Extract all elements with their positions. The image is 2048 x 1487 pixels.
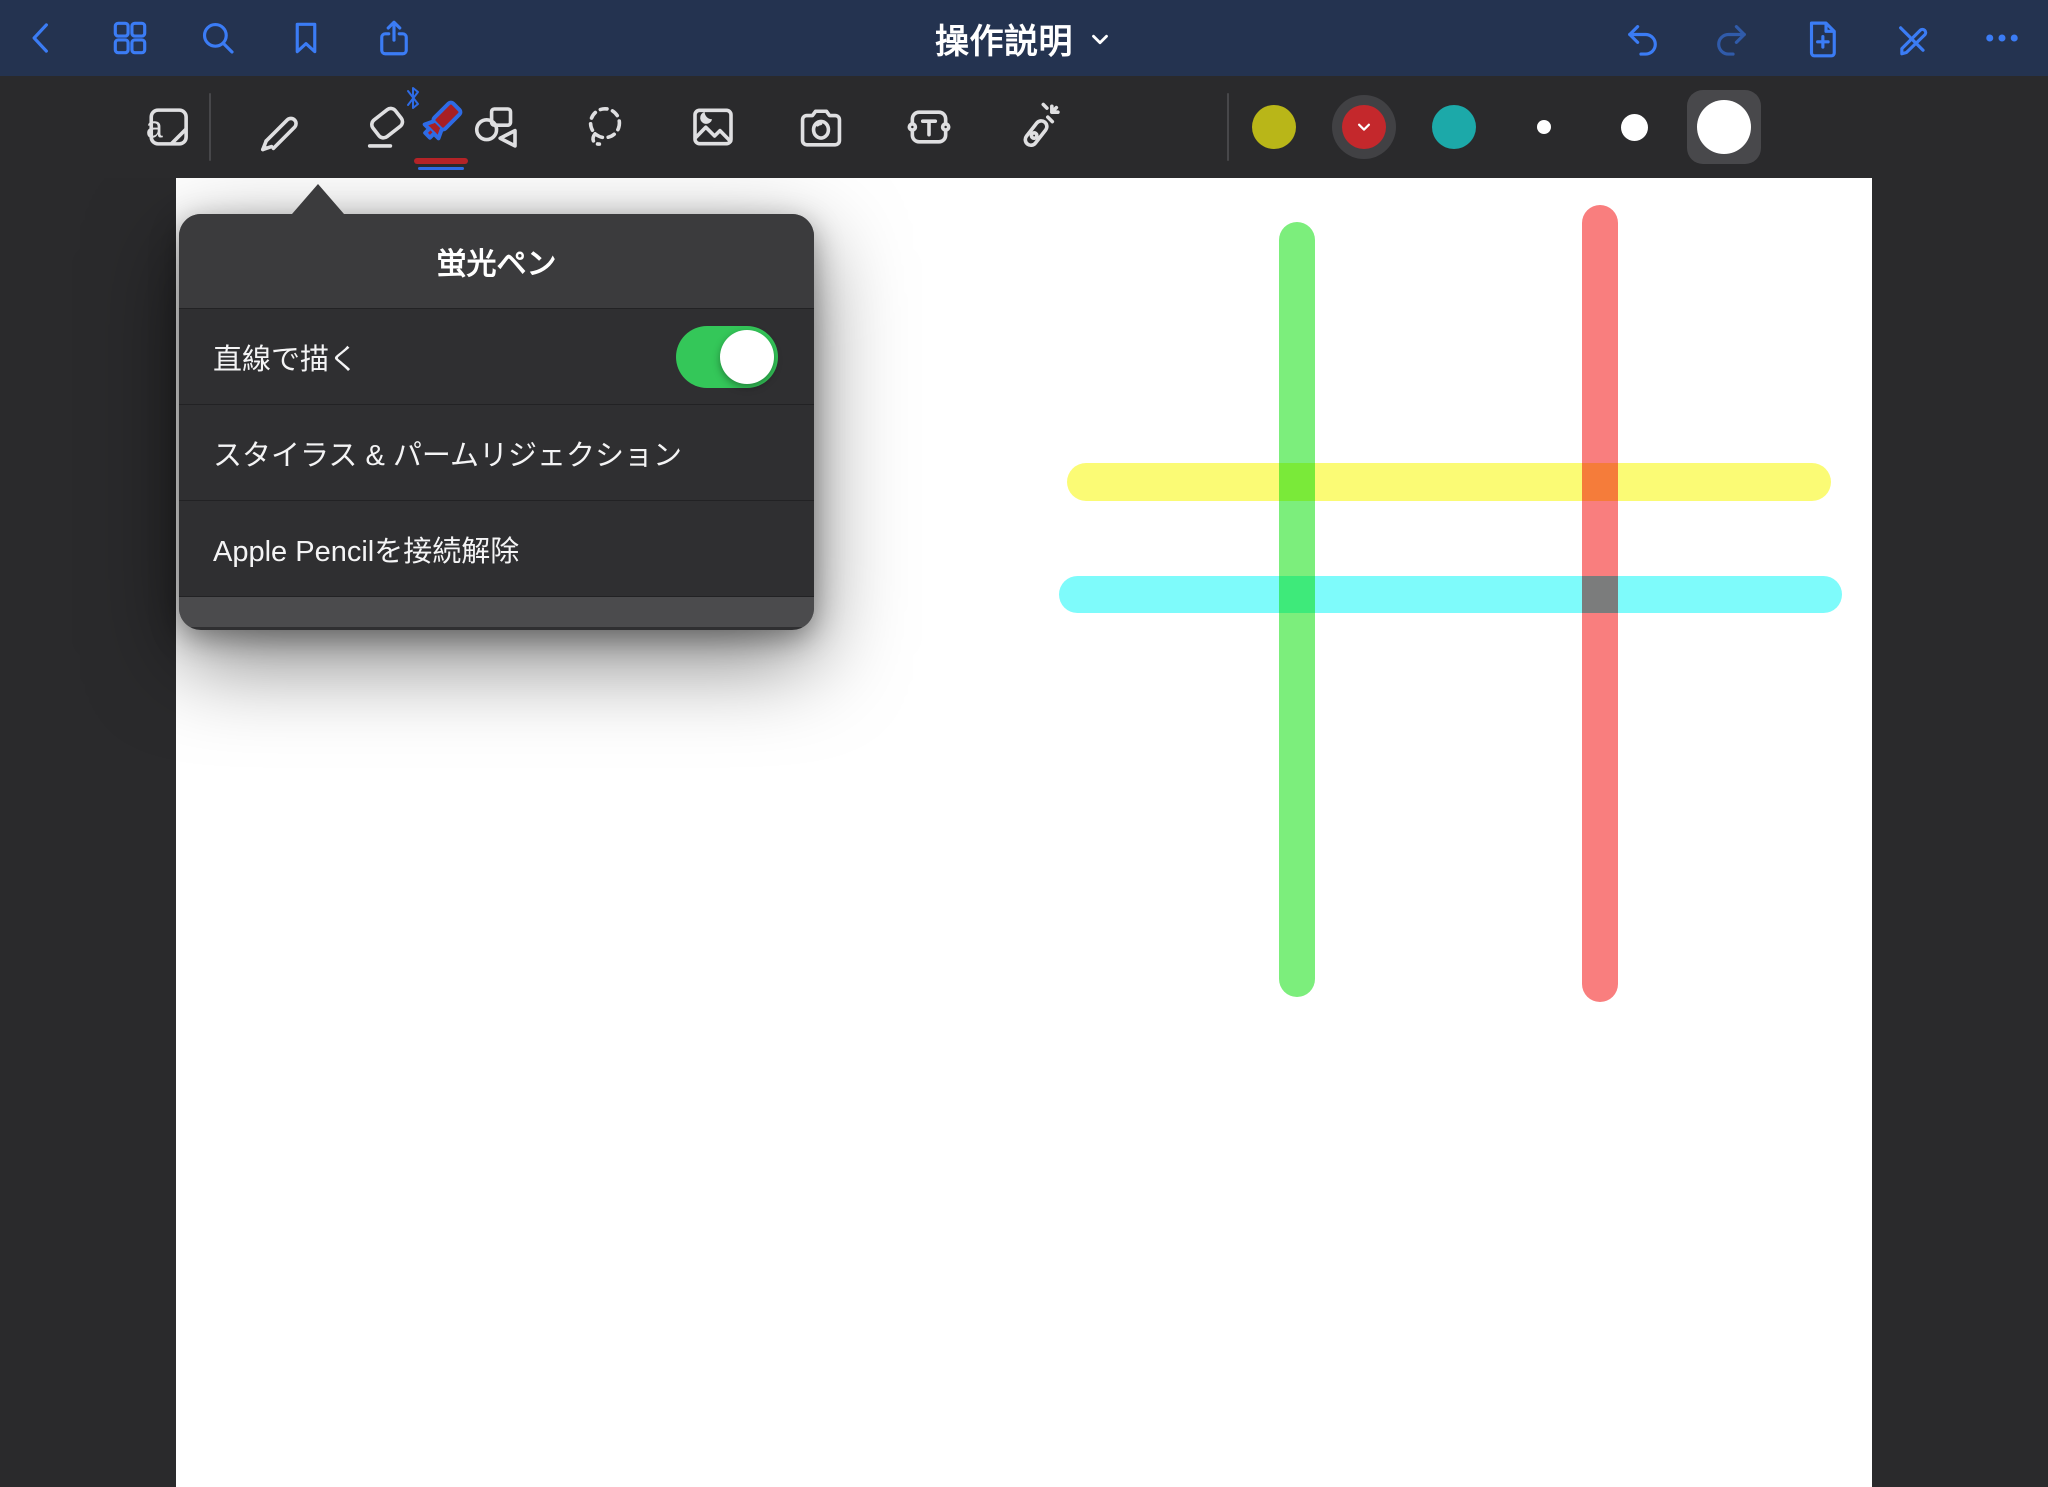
highlighter-selected-underline bbox=[414, 158, 468, 170]
color-swatch-yellow[interactable] bbox=[1229, 76, 1319, 178]
chevron-down-icon bbox=[1358, 123, 1370, 131]
stroke-size-medium[interactable] bbox=[1589, 76, 1679, 178]
draw-straight-line-toggle[interactable] bbox=[676, 325, 778, 388]
goodnotes-app: 操作説明 a 蛍光ペン 直線で描く スタイラス & パームリジェクション App… bbox=[0, 0, 2048, 1487]
ellipsis-icon bbox=[1986, 34, 2018, 42]
search-icon bbox=[202, 22, 234, 54]
popover-title: 蛍光ペン bbox=[179, 214, 814, 309]
pen-icon bbox=[261, 116, 298, 152]
topbar-right-group bbox=[1618, 0, 2026, 76]
stylus-palm-rejection-row[interactable]: スタイラス & パームリジェクション bbox=[179, 405, 814, 501]
camera-icon bbox=[800, 109, 842, 147]
selected-color-ring bbox=[1332, 95, 1396, 159]
disconnect-apple-pencil-row[interactable]: Apple Pencilを接続解除 bbox=[179, 501, 814, 597]
color-swatch-teal[interactable] bbox=[1409, 76, 1499, 178]
redo-icon bbox=[1717, 25, 1746, 56]
lasso-icon bbox=[588, 106, 622, 146]
add-page-button[interactable] bbox=[1798, 14, 1846, 62]
cyan-horizontal-line bbox=[1059, 576, 1842, 613]
lasso-tool[interactable] bbox=[577, 76, 633, 178]
shapes-tool[interactable] bbox=[469, 76, 525, 178]
bluetooth-icon bbox=[403, 82, 423, 114]
canvas-area: 蛍光ペン 直線で描く スタイラス & パームリジェクション Apple Penc… bbox=[0, 178, 2048, 1487]
laser-pointer-tool[interactable] bbox=[1009, 76, 1065, 178]
image-tool[interactable] bbox=[685, 76, 741, 178]
document-title[interactable]: 操作説明 bbox=[935, 0, 1113, 76]
back-button[interactable] bbox=[18, 14, 66, 62]
stroke-size-small[interactable] bbox=[1499, 76, 1589, 178]
page-panel-tool[interactable]: a bbox=[139, 76, 195, 178]
selected-size-background bbox=[1687, 90, 1761, 164]
highlighter-tool[interactable] bbox=[407, 76, 469, 178]
pencil-off-icon bbox=[1899, 26, 1928, 56]
share-button[interactable] bbox=[370, 14, 418, 62]
pen-tool[interactable] bbox=[249, 76, 305, 178]
text-icon bbox=[907, 110, 951, 144]
drawing-toolbar: a bbox=[0, 76, 2048, 178]
exit-edit-mode-button[interactable] bbox=[1888, 14, 1936, 62]
undo-icon bbox=[1628, 25, 1657, 56]
bookmark-button[interactable] bbox=[282, 14, 330, 62]
page-title: 操作説明 bbox=[935, 22, 1073, 61]
stylus-palm-rejection-label: スタイラス & パームリジェクション bbox=[213, 439, 683, 472]
stroke-size-large-selected[interactable] bbox=[1679, 76, 1769, 178]
bookmark-icon bbox=[295, 22, 317, 54]
draw-straight-line-row[interactable]: 直線で描く bbox=[179, 309, 814, 405]
top-navigation-bar: 操作説明 bbox=[0, 0, 2048, 76]
tool-group: a bbox=[139, 76, 1065, 178]
undo-button[interactable] bbox=[1618, 14, 1666, 62]
draw-straight-line-label: 直線で描く bbox=[213, 343, 359, 376]
chevron-left-icon bbox=[32, 23, 48, 53]
swatch-group bbox=[1227, 76, 1769, 178]
image-icon bbox=[693, 108, 733, 146]
disconnect-apple-pencil-label: Apple Pencilを接続解除 bbox=[213, 535, 520, 568]
yellow-horizontal-line bbox=[1067, 463, 1831, 501]
share-icon bbox=[380, 20, 408, 56]
toolbar-divider bbox=[209, 93, 211, 161]
more-options-button[interactable] bbox=[1978, 14, 2026, 62]
toggle-knob bbox=[720, 329, 774, 384]
camera-tool[interactable] bbox=[793, 76, 849, 178]
document-overview-button[interactable] bbox=[106, 14, 154, 62]
redo-button[interactable] bbox=[1708, 14, 1756, 62]
color-swatch-red-selected[interactable] bbox=[1319, 76, 1409, 178]
popover-partial-next-row bbox=[179, 597, 814, 627]
popover-arrow bbox=[292, 184, 344, 214]
grid-icon bbox=[113, 21, 147, 55]
red-vertical-line bbox=[1582, 205, 1618, 1002]
green-vertical-line bbox=[1279, 222, 1315, 997]
laser-pointer-icon bbox=[1023, 102, 1060, 148]
search-button[interactable] bbox=[194, 14, 242, 62]
topbar-left-group bbox=[18, 0, 418, 76]
shapes-icon bbox=[474, 107, 517, 148]
svg-text:a: a bbox=[146, 111, 163, 144]
add-page-icon bbox=[1809, 21, 1836, 58]
highlighter-popover: 蛍光ペン 直線で描く スタイラス & パームリジェクション Apple Penc… bbox=[179, 214, 814, 630]
title-chevron-down-icon bbox=[1087, 20, 1113, 57]
panel-a-icon: a bbox=[146, 108, 188, 146]
text-tool[interactable] bbox=[901, 76, 957, 178]
